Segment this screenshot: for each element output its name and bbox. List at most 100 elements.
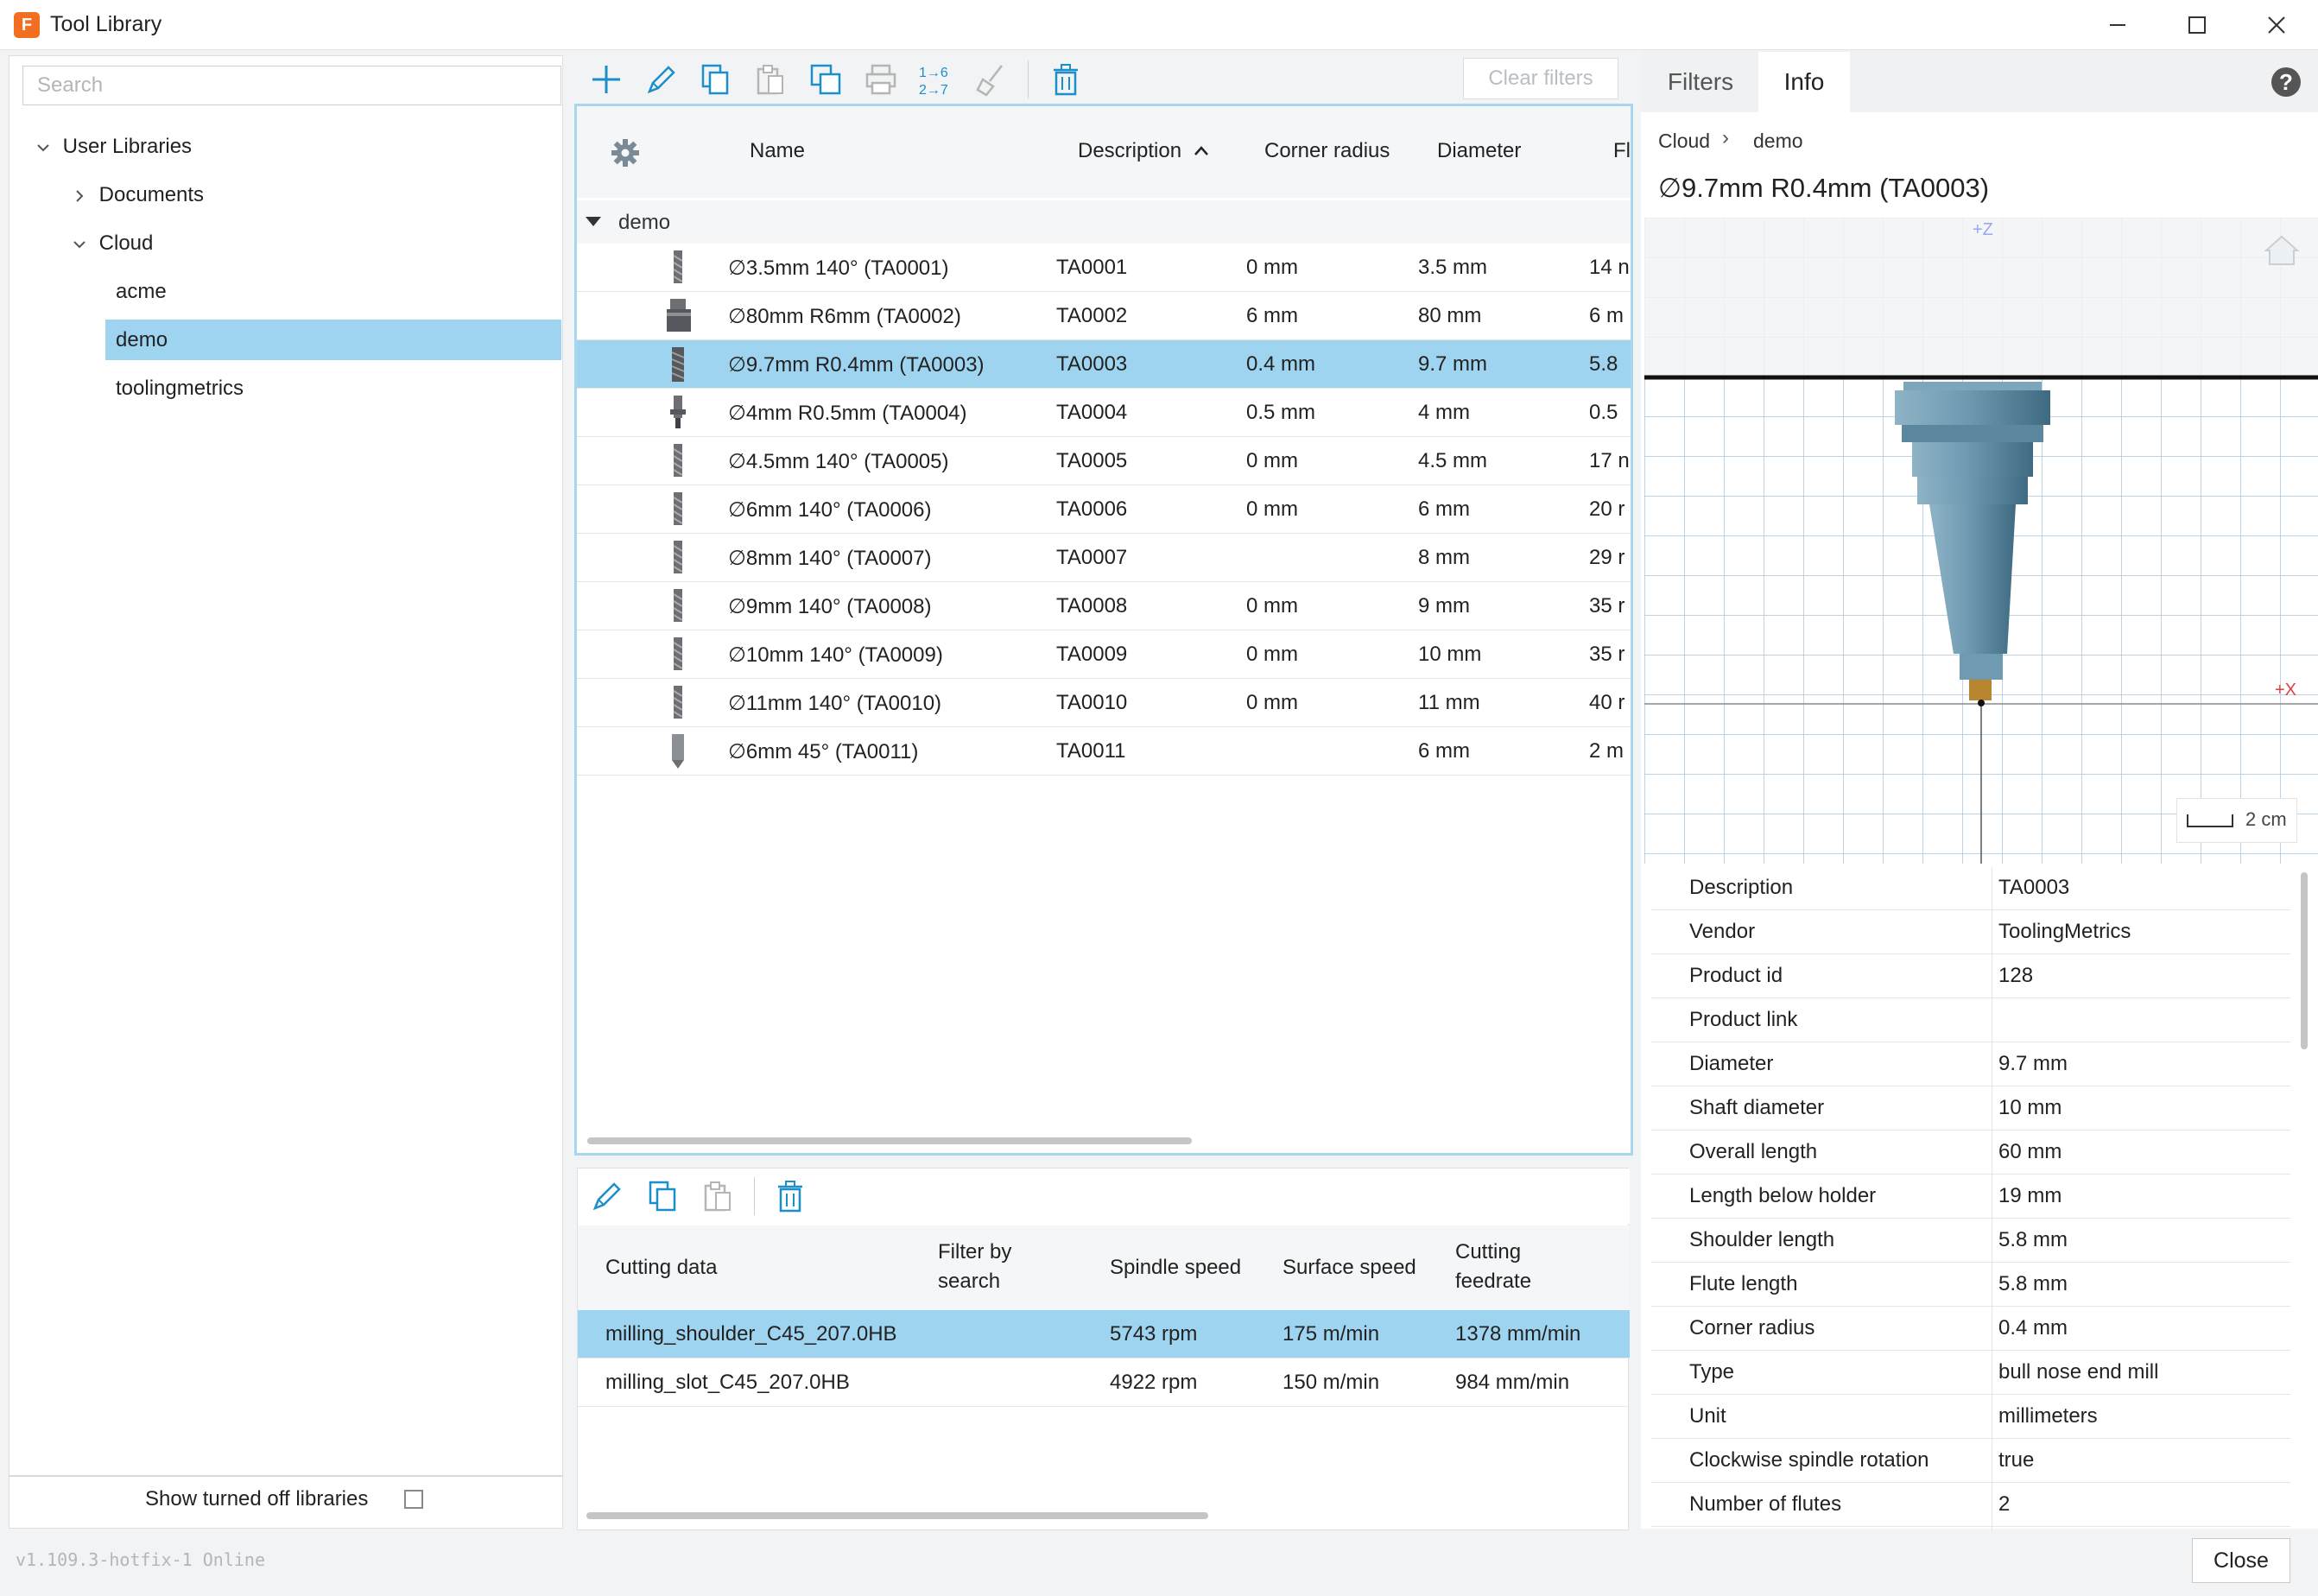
tab-filters[interactable]: Filters bbox=[1650, 52, 1751, 112]
copy-cutting-button[interactable] bbox=[643, 1177, 681, 1215]
tool-diameter-cell: 6 mm bbox=[1418, 497, 1470, 521]
delete-tool-button[interactable] bbox=[1047, 60, 1085, 98]
column-header-corner-radius[interactable]: Corner radius bbox=[1264, 139, 1390, 163]
tree-item-documents[interactable]: Documents bbox=[71, 183, 204, 207]
caret-down-icon bbox=[586, 217, 601, 226]
tree-item-toolingmetrics[interactable]: toolingmetrics bbox=[116, 377, 244, 401]
column-header-spindle-speed[interactable]: Spindle speed bbox=[1110, 1253, 1241, 1282]
tool-thumbnail-icon bbox=[663, 442, 689, 480]
tree-label-cloud: Cloud bbox=[98, 231, 154, 255]
tool-diameter-cell: 8 mm bbox=[1418, 546, 1470, 569]
tool-name-cell: ∅10mm 140° (TA0009) bbox=[728, 643, 943, 667]
table-row[interactable]: ∅3.5mm 140° (TA0001) TA0001 0 mm 3.5 mm 14 n bbox=[577, 244, 1631, 292]
search-input[interactable]: Search bbox=[22, 66, 561, 105]
edit-cutting-button[interactable] bbox=[588, 1177, 626, 1215]
tree-item-cloud[interactable]: Cloud bbox=[71, 231, 153, 256]
help-icon[interactable]: ? bbox=[2271, 67, 2301, 97]
close-button[interactable]: Close bbox=[2192, 1538, 2290, 1583]
cutting-data-panel: Cutting data Filter by search Spindle sp… bbox=[577, 1168, 1630, 1530]
tree-item-acme[interactable]: acme bbox=[116, 280, 167, 304]
show-turned-off-checkbox[interactable] bbox=[404, 1490, 423, 1509]
tool-description-cell: TA0005 bbox=[1056, 449, 1128, 472]
renumber-button[interactable]: 1→6 2→7 bbox=[917, 60, 955, 98]
column-header-description[interactable]: Description bbox=[1078, 139, 1210, 163]
breadcrumb-separator-icon: › bbox=[1722, 126, 1729, 149]
tool-flute-cell: 35 r bbox=[1589, 643, 1625, 666]
tool-flute-cell: 35 r bbox=[1589, 594, 1625, 618]
clear-filters-button[interactable]: Clear filters bbox=[1463, 58, 1618, 99]
tree-item-demo[interactable]: demo bbox=[116, 328, 168, 352]
cutting-toolbar bbox=[578, 1168, 1630, 1224]
table-row[interactable]: ∅6mm 140° (TA0006) TA0006 0 mm 6 mm 20 r bbox=[577, 485, 1631, 534]
property-value: 0.4 mm bbox=[1998, 1316, 2068, 1340]
property-key: Flute length bbox=[1689, 1272, 1798, 1295]
tool-table-scrollbar[interactable] bbox=[587, 1137, 1192, 1144]
duplicate-tool-button[interactable] bbox=[807, 60, 845, 98]
column-header-cutting-data[interactable]: Cutting data bbox=[605, 1253, 717, 1282]
delete-cutting-button[interactable] bbox=[771, 1177, 809, 1215]
tool-thumbnail-icon bbox=[663, 491, 689, 529]
maximize-button[interactable] bbox=[2157, 0, 2237, 50]
print-button[interactable] bbox=[862, 60, 900, 98]
column-header-flute[interactable]: Fl bbox=[1613, 139, 1631, 163]
minimize-button[interactable] bbox=[2078, 0, 2157, 50]
clean-button[interactable] bbox=[972, 60, 1010, 98]
tool-corner-radius-cell: 0 mm bbox=[1246, 594, 1298, 618]
tool-diameter-cell: 3.5 mm bbox=[1418, 256, 1488, 279]
duplicate-icon bbox=[810, 64, 841, 95]
breadcrumb-demo[interactable]: demo bbox=[1753, 130, 1803, 153]
home-view-button[interactable] bbox=[2263, 233, 2301, 274]
close-window-button[interactable] bbox=[2237, 0, 2316, 50]
tool-corner-radius-cell: 0 mm bbox=[1246, 449, 1298, 472]
column-header-diameter[interactable]: Diameter bbox=[1437, 139, 1521, 163]
add-tool-button[interactable] bbox=[587, 60, 625, 98]
property-row bbox=[1651, 1395, 2290, 1439]
cutting-table-scrollbar[interactable] bbox=[586, 1512, 1208, 1519]
cutting-row[interactable]: milling_slot_C45_207.0HB 4922 rpm 150 m/mi… bbox=[578, 1358, 1630, 1407]
group-row-demo[interactable]: demo bbox=[577, 200, 1631, 244]
property-key: Product link bbox=[1689, 1008, 1798, 1031]
tool-name-cell: ∅11mm 140° (TA0010) bbox=[728, 692, 942, 715]
table-row[interactable]: ∅8mm 140° (TA0007) TA0007 8 mm 29 r bbox=[577, 534, 1631, 582]
column-header-surface-speed[interactable]: Surface speed bbox=[1282, 1253, 1416, 1282]
tab-info[interactable]: Info bbox=[1758, 52, 1850, 112]
viewer-canvas: +Z +X bbox=[1644, 218, 2318, 864]
table-row[interactable]: ∅4mm R0.5mm (TA0004) TA0004 0.5 mm 4 mm 0.5 bbox=[577, 389, 1631, 437]
column-header-name[interactable]: Name bbox=[750, 139, 805, 163]
tool-3d-viewer[interactable]: +Z +X bbox=[1644, 218, 2318, 864]
table-row[interactable]: ∅80mm R6mm (TA0002) TA0002 6 mm 80 mm 6 m bbox=[577, 292, 1631, 340]
paste-tool-button[interactable] bbox=[751, 60, 789, 98]
table-settings-button[interactable] bbox=[610, 137, 641, 174]
property-value: millimeters bbox=[1998, 1404, 2098, 1428]
edit-tool-button[interactable] bbox=[643, 60, 681, 98]
tree-root[interactable]: User Libraries bbox=[35, 135, 192, 159]
copy-tool-button[interactable] bbox=[696, 60, 734, 98]
paste-cutting-button[interactable] bbox=[699, 1177, 737, 1215]
tool-diameter-cell: 11 mm bbox=[1418, 691, 1480, 714]
table-row[interactable]: ∅10mm 140° (TA0009) TA0009 0 mm 10 mm 35 r bbox=[577, 630, 1631, 679]
tool-corner-radius-cell: 0.4 mm bbox=[1246, 352, 1316, 376]
table-row[interactable]: ∅9mm 140° (TA0008) TA0008 0 mm 9 mm 35 r bbox=[577, 582, 1631, 630]
table-row[interactable]: ∅9.7mm R0.4mm (TA0003) TA0003 0.4 mm 9.7 mm… bbox=[577, 340, 1631, 389]
table-row[interactable]: ∅6mm 45° (TA0011) TA0011 6 mm 2 m bbox=[577, 727, 1631, 776]
axis-z-label: +Z bbox=[1973, 220, 1993, 239]
tool-flute-cell: 0.5 bbox=[1589, 401, 1618, 424]
column-header-cutting-feedrate[interactable]: Cutting feedrate bbox=[1455, 1238, 1559, 1296]
tool-thumbnail-icon bbox=[663, 297, 691, 335]
tool-flute-cell: 5.8 bbox=[1589, 352, 1618, 376]
tool-title: ∅9.7mm R0.4mm (TA0003) bbox=[1658, 173, 1990, 203]
tool-diameter-cell: 9.7 mm bbox=[1418, 352, 1488, 376]
table-row[interactable]: ∅4.5mm 140° (TA0005) TA0005 0 mm 4.5 mm 17 n bbox=[577, 437, 1631, 485]
group-label: demo bbox=[618, 211, 671, 234]
properties-scrollbar[interactable] bbox=[2301, 872, 2308, 1049]
tool-diameter-cell: 80 mm bbox=[1418, 304, 1482, 327]
table-row[interactable]: ∅11mm 140° (TA0010) TA0010 0 mm 11 mm 40 r bbox=[577, 679, 1631, 727]
cutting-row[interactable]: milling_shoulder_C45_207.0HB 5743 rpm 175 … bbox=[578, 1310, 1630, 1358]
property-key: Type bbox=[1689, 1360, 1735, 1384]
property-value: 19 mm bbox=[1998, 1184, 2062, 1207]
property-key: Shaft diameter bbox=[1689, 1096, 1825, 1119]
tool-flute-cell: 17 n bbox=[1589, 449, 1630, 472]
column-header-filter-by-search[interactable]: Filter by search bbox=[938, 1238, 1033, 1296]
library-panel bbox=[9, 55, 563, 1529]
breadcrumb-cloud[interactable]: Cloud bbox=[1658, 130, 1710, 153]
